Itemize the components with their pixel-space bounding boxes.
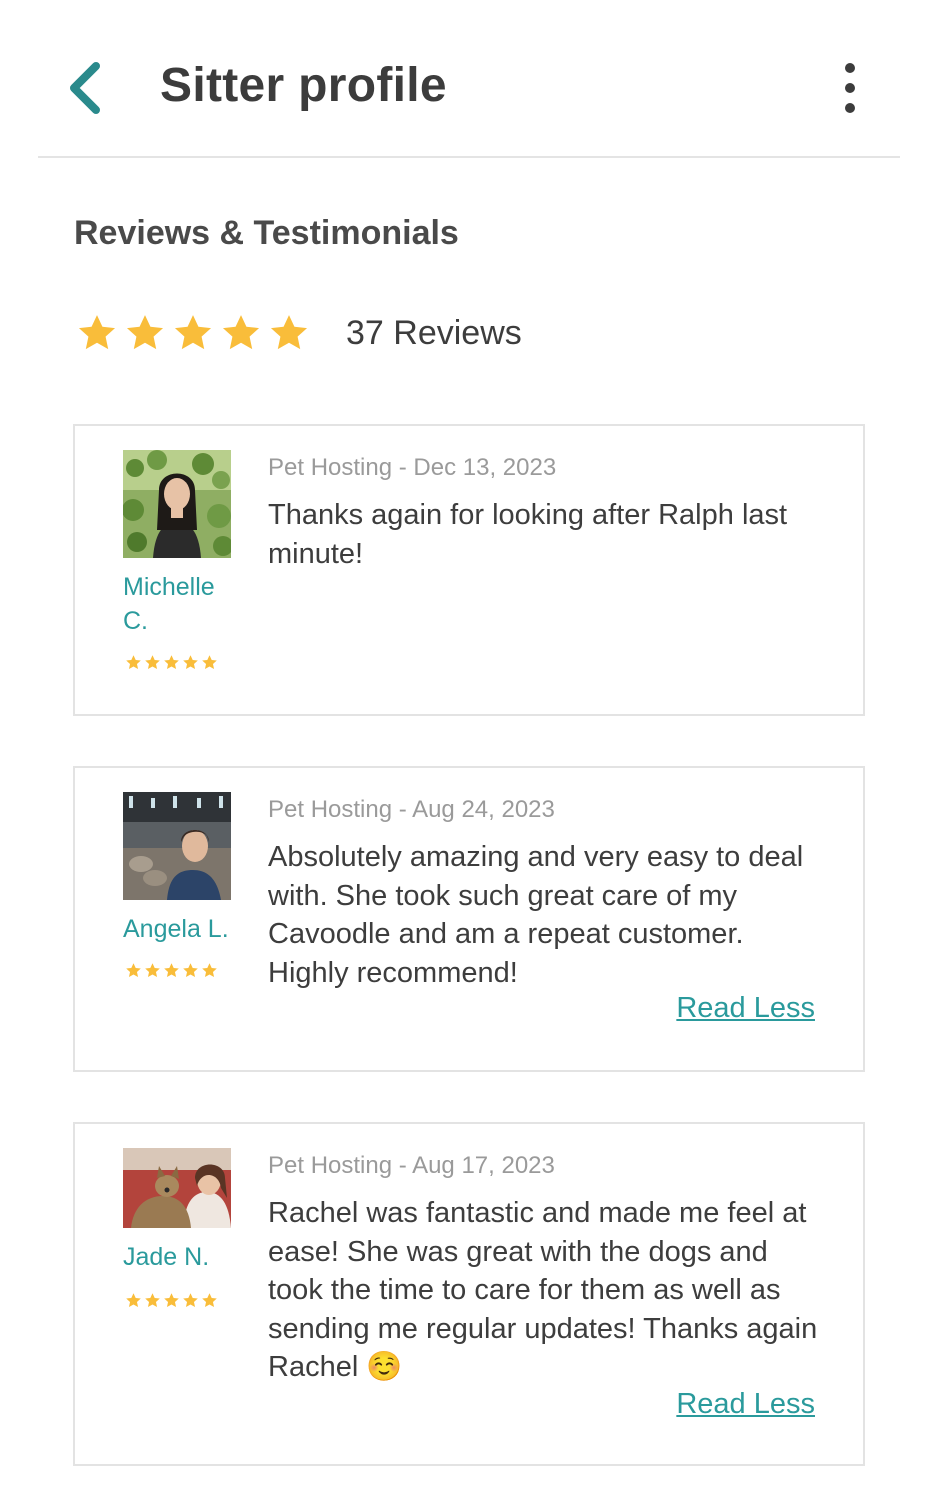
star-icon (145, 963, 160, 978)
review-text: Absolutely amazing and very easy to deal… (268, 841, 804, 989)
read-less-link[interactable]: Read Less (676, 992, 815, 1025)
review-meta: Pet Hosting - Aug 17, 2023 (268, 1152, 555, 1179)
star-icon (202, 1293, 217, 1308)
star-icon (164, 963, 179, 978)
star-icon (126, 315, 164, 350)
reviewer-name[interactable]: Jade N. (123, 1240, 233, 1274)
star-icon (145, 655, 160, 670)
reviewer-name[interactable]: Michelle C. (123, 570, 233, 638)
review-card: Jade N. Pet Hosting - Aug 17, 2023 Rache… (73, 1122, 865, 1466)
star-icon (202, 963, 217, 978)
app-header: Sitter profile (0, 0, 938, 158)
review-meta: Pet Hosting - Dec 13, 2023 (268, 454, 557, 481)
star-icon (202, 655, 217, 670)
back-button[interactable] (62, 58, 112, 118)
page-title: Sitter profile (160, 59, 447, 112)
star-icon (222, 315, 260, 350)
reviewer-rating (125, 1292, 220, 1310)
header-divider (38, 156, 900, 158)
review-text: Thanks again for looking after Ralph las… (268, 499, 788, 570)
star-icon (164, 655, 179, 670)
star-icon (183, 1293, 198, 1308)
more-options-button[interactable] (830, 58, 870, 118)
star-icon (78, 315, 116, 350)
star-icon (183, 655, 198, 670)
reviewer-rating (125, 654, 220, 672)
chevron-left-icon (70, 62, 100, 114)
star-icon (183, 963, 198, 978)
reviewer-avatar[interactable] (123, 792, 231, 900)
star-icon (126, 655, 141, 670)
star-icon (126, 1293, 141, 1308)
review-count: 37 Reviews (346, 313, 522, 352)
review-text: Rachel was fantastic and made me feel at… (268, 1197, 818, 1384)
star-icon (126, 963, 141, 978)
star-icon (270, 315, 308, 350)
reviewer-rating (125, 962, 220, 980)
star-icon (164, 1293, 179, 1308)
review-card: Michelle C. Pet Hosting - Dec 13, 2023 T… (73, 424, 865, 716)
review-meta: Pet Hosting - Aug 24, 2023 (268, 796, 555, 823)
review-card: Angela L. Pet Hosting - Aug 24, 2023 Abs… (73, 766, 865, 1072)
overall-rating: 37 Reviews (76, 308, 522, 358)
reviewer-avatar[interactable] (123, 450, 231, 558)
more-vertical-icon (845, 63, 855, 113)
star-icon (145, 1293, 160, 1308)
reviewer-name[interactable]: Angela L. (123, 912, 233, 946)
section-title: Reviews & Testimonials (74, 214, 459, 252)
read-less-link[interactable]: Read Less (676, 1388, 815, 1421)
reviewer-avatar[interactable] (123, 1148, 231, 1228)
star-icon (174, 315, 212, 350)
